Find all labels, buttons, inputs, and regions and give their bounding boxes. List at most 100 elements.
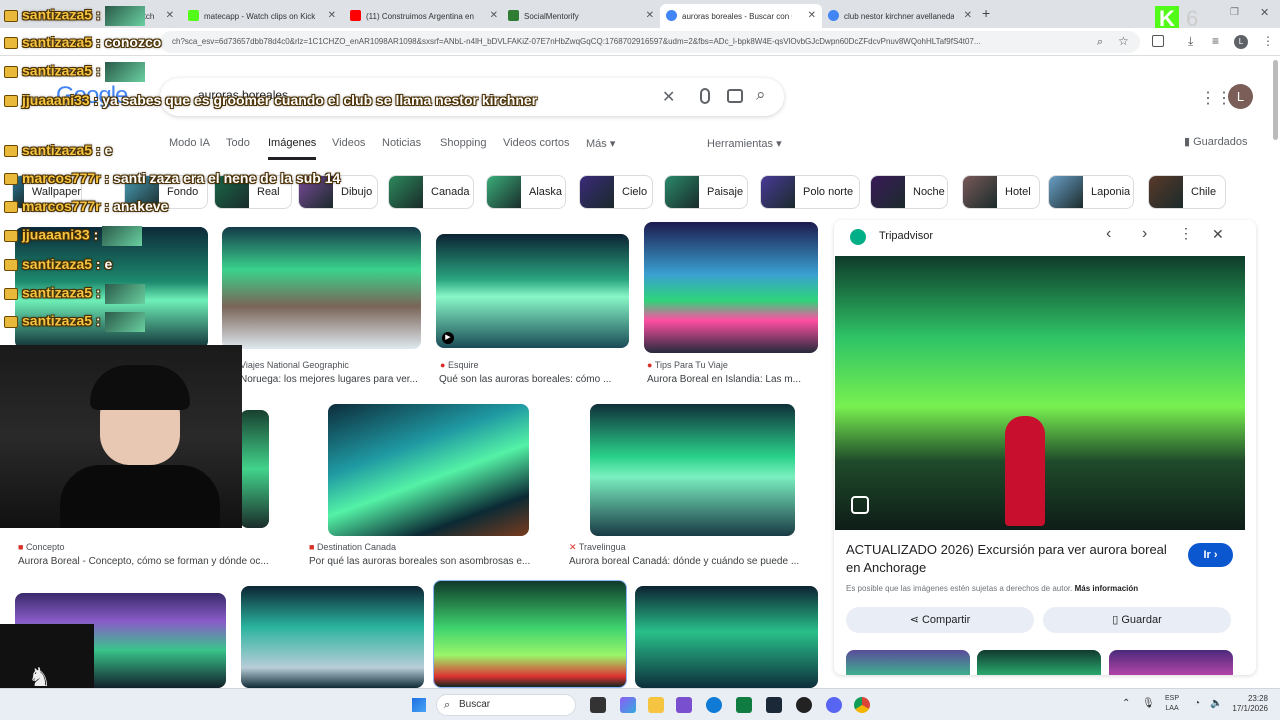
microphone-icon[interactable] [700,88,710,104]
clear-icon[interactable]: ✕ [662,87,675,107]
filter-chip[interactable]: Polo norte [760,175,860,209]
reading-list-icon[interactable]: ≡ [1212,34,1219,48]
filter-chip[interactable]: Chile [1148,175,1226,209]
more-options-icon[interactable]: ⋮ [1179,225,1193,242]
result-image[interactable] [644,222,818,353]
preview-image[interactable] [835,256,1245,530]
close-window-icon[interactable]: ✕ [1260,6,1269,19]
panel-site-name[interactable]: Tripadvisor [879,230,933,242]
tray-chevron-icon[interactable]: ⌃ [1122,698,1130,709]
result-image[interactable] [241,586,424,688]
filter-chip[interactable]: Alaska [486,175,566,209]
result-image[interactable] [222,227,421,349]
close-icon[interactable]: ✕ [490,10,498,21]
clock[interactable]: 23:28 17/1/2026 [1230,694,1268,714]
filter-chip[interactable]: Hotel [962,175,1040,209]
task-view-icon[interactable] [590,697,606,713]
save-button[interactable]: ▯ Guardar [1043,607,1231,633]
result-title[interactable]: Noruega: los mejores lugares para ver... [240,374,420,385]
address-bar[interactable]: ch?sca_esv=6d73657dbb78d4c0&rlz=1C1CHZO_… [160,31,1140,53]
saved-button[interactable]: ▮ Guardados [1184,135,1248,148]
result-image[interactable] [328,404,529,536]
result-image[interactable] [240,410,269,528]
tab-socialmentorify[interactable]: SocialMentorify ✕ [502,4,660,28]
taskbar-search[interactable]: ⌕ Buscar [436,694,576,716]
steam-icon[interactable] [766,697,782,713]
tab-videos-cortos[interactable]: Videos cortos [503,137,569,149]
filter-chip[interactable]: Canada [388,175,474,209]
app-icon[interactable] [676,697,692,713]
close-icon[interactable]: ✕ [646,10,654,21]
result-title[interactable]: Aurora Boreal - Concepto, cómo se forman… [18,556,290,567]
tab-imagenes[interactable]: Imágenes [268,137,317,160]
profile-avatar[interactable]: L [1234,35,1248,49]
zoom-icon[interactable]: ⌕ [1097,36,1103,49]
windows-start-icon[interactable] [412,698,426,712]
tab-kick[interactable]: matecapp - Watch clips on Kick ✕ [182,4,342,28]
close-icon[interactable]: ✕ [166,10,174,21]
saved-label: Guardados [1193,136,1248,148]
new-tab-button[interactable]: + [982,5,990,21]
close-icon[interactable]: ✕ [1212,226,1224,243]
discord-icon[interactable] [826,697,842,713]
result-image-selected[interactable] [433,580,627,688]
page-scrollbar[interactable] [1273,60,1278,140]
tools-button[interactable]: Herramientas ▾ [707,137,782,150]
lens-icon[interactable] [727,89,743,103]
excel-icon[interactable] [736,697,752,713]
filter-chip[interactable]: Paisaje [664,175,748,209]
filter-chip[interactable]: Noche [870,175,948,209]
result-image[interactable] [635,586,818,688]
microphone-icon[interactable]: 🎙 [1142,698,1155,709]
menu-icon[interactable]: ⋮ [1262,34,1274,48]
go-button[interactable]: Ir › [1188,543,1233,567]
obs-icon[interactable] [796,697,812,713]
file-explorer-icon[interactable] [648,697,664,713]
result-title[interactable]: Aurora Boreal en Islandia: Las m... [647,374,818,385]
tab-google-club[interactable]: club nestor kirchner avellaneda ✕ [822,4,978,28]
result-image[interactable] [590,404,795,536]
download-icon[interactable]: ⤓ [1188,34,1193,49]
related-image[interactable] [977,650,1101,675]
tab-google-search[interactable]: auroras boreales - Buscar con G ✕ [660,4,822,28]
tab-youtube[interactable]: (11) Construimos Argentina en ✕ [344,4,504,28]
panel-title[interactable]: ACTUALIZADO 2026) Excursión para ver aur… [846,541,1176,577]
chrome-icon[interactable] [854,697,870,713]
minimize-icon[interactable]: ❐ [1230,7,1239,18]
result-title[interactable]: Qué son las auroras boreales: cómo ... [439,374,629,385]
related-image[interactable] [1109,650,1233,675]
chip-label: Wallpaper [31,186,81,198]
lens-icon[interactable] [851,496,869,514]
tab-videos[interactable]: Videos [332,137,365,149]
tab-mas[interactable]: Más ▾ [586,137,615,150]
filter-chip[interactable]: Cielo [579,175,653,209]
result-title[interactable]: Aurora boreal Canadá: dónde y cuándo se … [569,556,809,567]
tab-modo-ia[interactable]: Modo IA [169,137,210,149]
tab-noticias[interactable]: Noticias [382,137,421,149]
prev-icon[interactable]: ‹ [1106,225,1111,243]
tab-shopping[interactable]: Shopping [440,137,487,149]
close-icon[interactable]: ✕ [328,10,336,21]
next-icon[interactable]: › [1142,225,1147,243]
extensions-icon[interactable] [1152,35,1164,47]
copilot-icon[interactable] [620,697,636,713]
close-icon[interactable]: ✕ [964,10,972,21]
account-avatar[interactable]: L [1228,84,1253,109]
wifi-icon[interactable]: ◔ [1194,698,1200,709]
bookmark-star-icon[interactable]: ☆ [1118,34,1129,48]
result-title[interactable]: Por qué las auroras boreales son asombro… [309,556,549,567]
chat-separator: : [89,92,103,108]
chat-username: marcos777r [22,198,101,214]
chat-separator: : [92,284,105,301]
edge-icon[interactable] [706,697,722,713]
filter-chip[interactable]: Laponia [1048,175,1134,209]
close-icon[interactable]: ✕ [808,10,816,21]
search-icon[interactable]: ⌕ [756,85,766,105]
volume-icon[interactable]: 🔈 [1210,698,1222,709]
share-button[interactable]: ⋖ Compartir [846,607,1034,633]
tab-todo[interactable]: Todo [226,137,250,149]
language-indicator[interactable]: ESP LAA [1165,694,1179,714]
result-image[interactable]: ▶ [436,234,629,348]
related-image[interactable] [846,650,970,675]
more-info-link[interactable]: Más información [1075,584,1139,593]
